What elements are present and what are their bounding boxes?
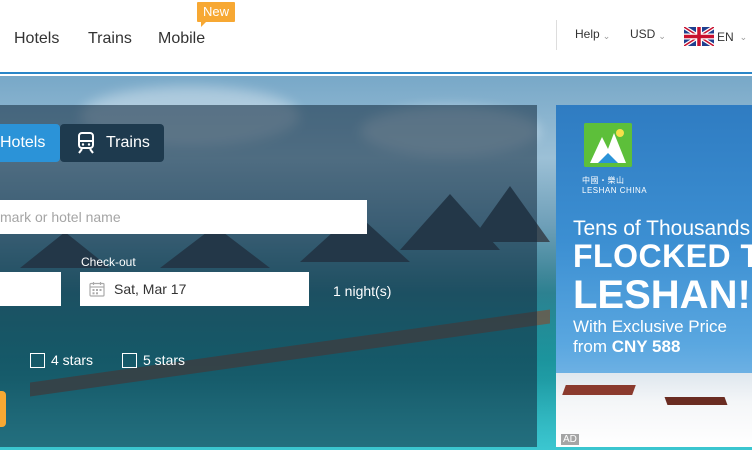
- calendar-icon: [89, 282, 105, 297]
- ad-logo-text: 中國・樂山 LESHAN CHINA: [582, 175, 647, 195]
- language-label: EN: [717, 29, 734, 44]
- language-dropdown[interactable]: EN ⌄: [684, 27, 747, 46]
- nights-count: 1 night(s): [333, 283, 392, 299]
- destination-input[interactable]: [0, 200, 367, 234]
- checkout-label: Check-out: [81, 255, 136, 269]
- checkin-field[interactable]: [0, 272, 61, 306]
- roof-decoration: [562, 385, 636, 395]
- star-filter-4[interactable]: 4 stars: [30, 352, 93, 368]
- ad-subline-2: from CNY 588: [573, 337, 680, 357]
- header-divider: [556, 20, 557, 50]
- search-button[interactable]: [0, 391, 6, 427]
- new-badge: New: [197, 2, 236, 27]
- logo-english-text: LESHAN CHINA: [582, 186, 648, 195]
- help-dropdown[interactable]: Help ⌄: [575, 27, 610, 41]
- currency-label: USD: [630, 27, 656, 41]
- tab-hotels[interactable]: Hotels: [0, 124, 60, 162]
- ad-subline-1: With Exclusive Price: [573, 317, 727, 336]
- chevron-down-icon: ⌄: [602, 31, 611, 41]
- roof-decoration: [664, 397, 728, 405]
- tab-hotels-label: Hotels: [0, 134, 46, 151]
- uk-flag-icon: [684, 27, 714, 46]
- nav-hotels-link[interactable]: Hotels: [14, 30, 59, 48]
- checkout-value: Sat, Mar 17: [114, 281, 187, 297]
- checkbox-4-stars[interactable]: [30, 352, 45, 368]
- help-label: Help: [575, 27, 600, 41]
- tab-trains-label: Trains: [106, 134, 150, 151]
- ad-headline-3: LESHAN!: [573, 273, 751, 317]
- star-4-label: 4 stars: [51, 352, 94, 368]
- top-navigation-bar: Hotels Trains Mobile New Help ⌄ USD ⌄ EN ⌄: [0, 0, 752, 74]
- star-5-label: 5 stars: [143, 352, 186, 368]
- train-icon: [78, 132, 94, 154]
- leshan-advertisement[interactable]: 中國・樂山 LESHAN CHINA Tens of Thousands o FL…: [556, 105, 752, 447]
- nav-trains-link[interactable]: Trains: [88, 30, 132, 48]
- tab-trains[interactable]: Trains: [60, 124, 164, 162]
- chevron-down-icon: ⌄: [739, 32, 748, 42]
- currency-dropdown[interactable]: USD ⌄: [630, 27, 666, 41]
- ad-headline-2: FLOCKED TO: [573, 238, 752, 274]
- checkout-field[interactable]: Sat, Mar 17: [80, 272, 309, 306]
- ad-price-prefix: from: [573, 337, 612, 356]
- ad-price: CNY 588: [611, 337, 681, 356]
- star-filter-5[interactable]: 5 stars: [122, 352, 185, 368]
- nav-mobile-link[interactable]: Mobile: [158, 30, 205, 48]
- ad-tag: AD: [561, 434, 579, 445]
- leshan-logo: [584, 123, 632, 167]
- mountain-logo-icon: [584, 123, 632, 167]
- logo-chinese-text: 中國・樂山: [582, 176, 625, 185]
- checkbox-5-stars[interactable]: [122, 352, 137, 368]
- chevron-down-icon: ⌄: [658, 31, 666, 41]
